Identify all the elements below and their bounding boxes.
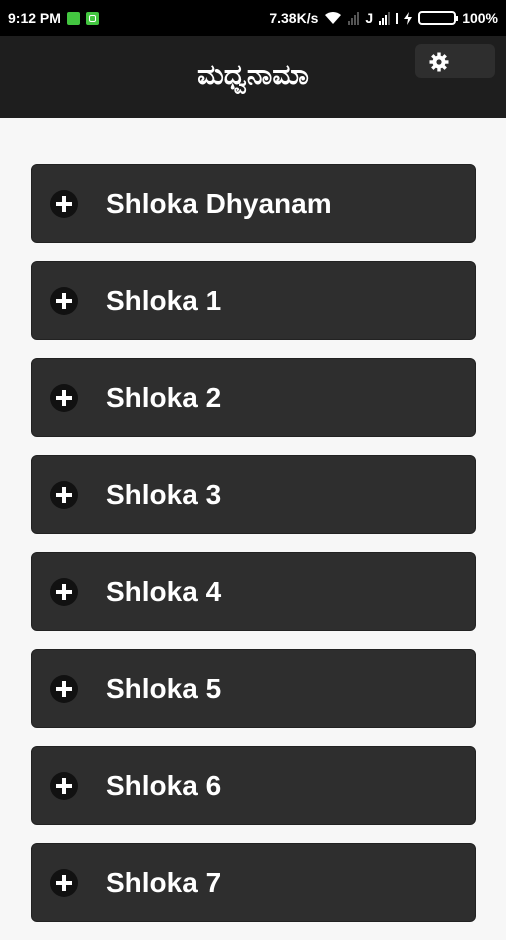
plus-icon — [50, 674, 78, 703]
list-item-label: Shloka 1 — [106, 284, 222, 316]
charging-icon — [404, 11, 413, 25]
status-bar: 9:12 PM 7.38K/s J 100% — [0, 0, 506, 36]
plus-icon — [50, 189, 78, 218]
status-time: 9:12 PM — [8, 10, 61, 26]
plus-icon — [50, 480, 78, 509]
notification-icon — [66, 11, 80, 25]
list-item-shloka-5[interactable]: Shloka 5 — [31, 649, 476, 728]
status-right: 7.38K/s J 100% — [269, 10, 498, 26]
app-notification-icon — [85, 11, 99, 25]
list-item-label: Shloka Dhyanam — [106, 187, 332, 219]
status-left: 9:12 PM — [8, 10, 99, 26]
list-item-label: Shloka 7 — [106, 866, 222, 898]
list-item-shloka-3[interactable]: Shloka 3 — [31, 455, 476, 534]
list-item-shloka-1[interactable]: Shloka 1 — [31, 261, 476, 340]
network-speed: 7.38K/s — [269, 10, 319, 26]
settings-button[interactable] — [415, 44, 495, 78]
carrier-letter: J — [365, 10, 374, 26]
signal-icon — [348, 11, 360, 25]
list-item-label: Shloka 5 — [106, 672, 222, 704]
battery-percent: 100% — [462, 10, 498, 26]
battery-icon — [418, 11, 459, 25]
gear-icon — [429, 52, 449, 72]
list-item-label: Shloka 6 — [106, 769, 222, 801]
list-item-shloka-2[interactable]: Shloka 2 — [31, 358, 476, 437]
plus-icon — [50, 868, 78, 897]
plus-icon — [50, 577, 78, 606]
list-item-shloka-7[interactable]: Shloka 7 — [31, 843, 476, 922]
list-item-shloka-4[interactable]: Shloka 4 — [31, 552, 476, 631]
shloka-list: Shloka Dhyanam Shloka 1 Shloka 2 Shloka … — [31, 164, 476, 940]
wifi-icon — [325, 11, 342, 24]
list-item-label: Shloka 2 — [106, 381, 222, 413]
signal-icon — [379, 11, 391, 25]
list-item-shloka-dhyanam[interactable]: Shloka Dhyanam — [31, 164, 476, 243]
list-item-shloka-6[interactable]: Shloka 6 — [31, 746, 476, 825]
list-item-label: Shloka 3 — [106, 478, 222, 510]
list-item-label: Shloka 4 — [106, 575, 222, 607]
app-header: ಮಧ್ವನಾಮಾ — [0, 36, 506, 118]
signal-separator — [396, 12, 399, 24]
plus-icon — [50, 286, 78, 315]
plus-icon — [50, 383, 78, 412]
plus-icon — [50, 771, 78, 800]
